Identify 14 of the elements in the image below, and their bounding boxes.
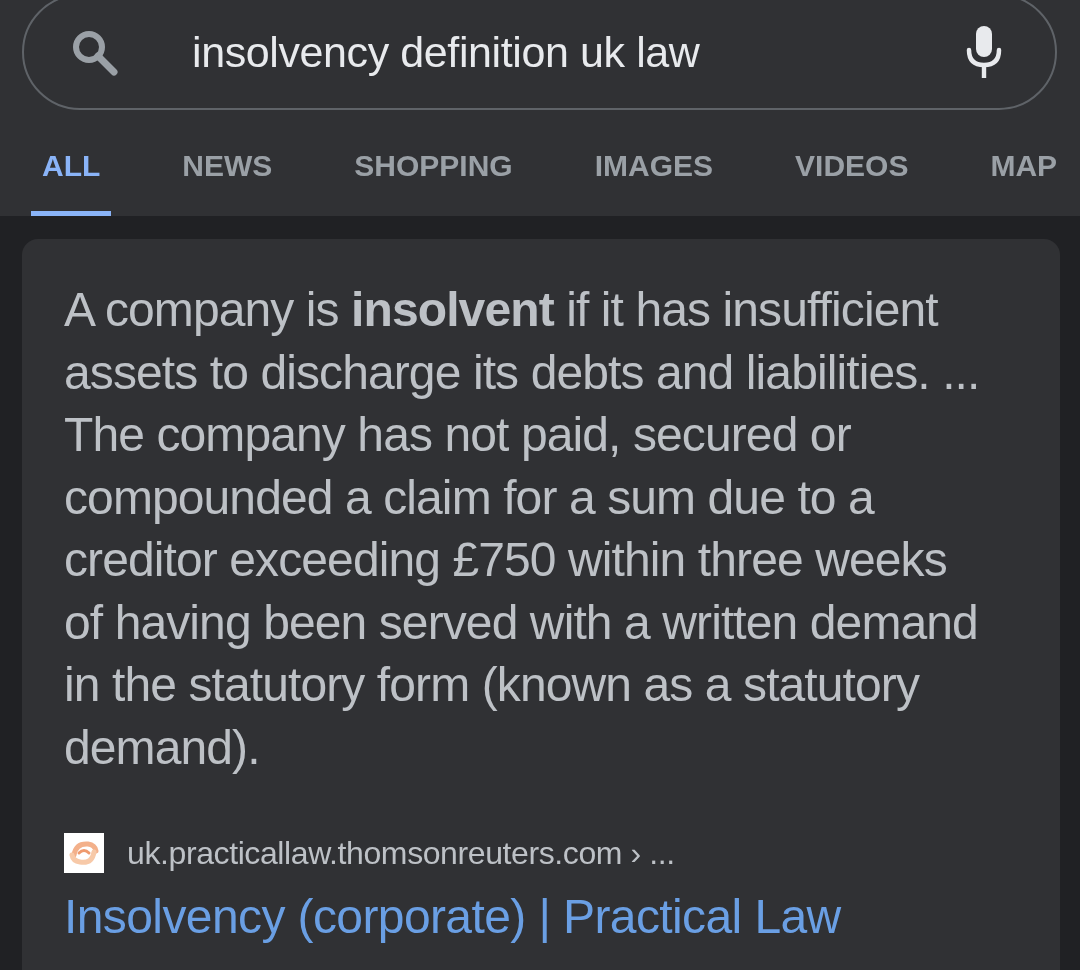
search-tab[interactable]: NEWS xyxy=(171,110,284,216)
answer-text: A company is insolvent if it has insufficient assets to discharge its debts and liabilities. ... The company has not paid, secured or compounded a claim for a sum due to a creditor exceeding £750 within three weeks of having been served with a written demand in the statutory form (known as a statutory demand). xyxy=(64,282,981,776)
search-tab[interactable]: ALL xyxy=(31,110,112,216)
swirl-icon xyxy=(64,833,104,873)
microphone-icon[interactable] xyxy=(965,26,1003,78)
search-field[interactable]: insolvency definition uk law xyxy=(22,0,1057,110)
result-title-link[interactable]: Insolvency (corporate) | Practical Law xyxy=(64,889,841,944)
search-icon[interactable] xyxy=(70,28,118,76)
search-query: insolvency definition uk law xyxy=(192,27,701,77)
search-tab[interactable]: SHOPPING xyxy=(343,110,524,216)
search-tab[interactable]: MAP xyxy=(979,110,1069,216)
source-url: uk.practicallaw.thomsonreuters.com › ... xyxy=(127,834,675,872)
search-tab[interactable]: IMAGES xyxy=(583,110,725,216)
search-tab[interactable]: VIDEOS xyxy=(784,110,920,216)
